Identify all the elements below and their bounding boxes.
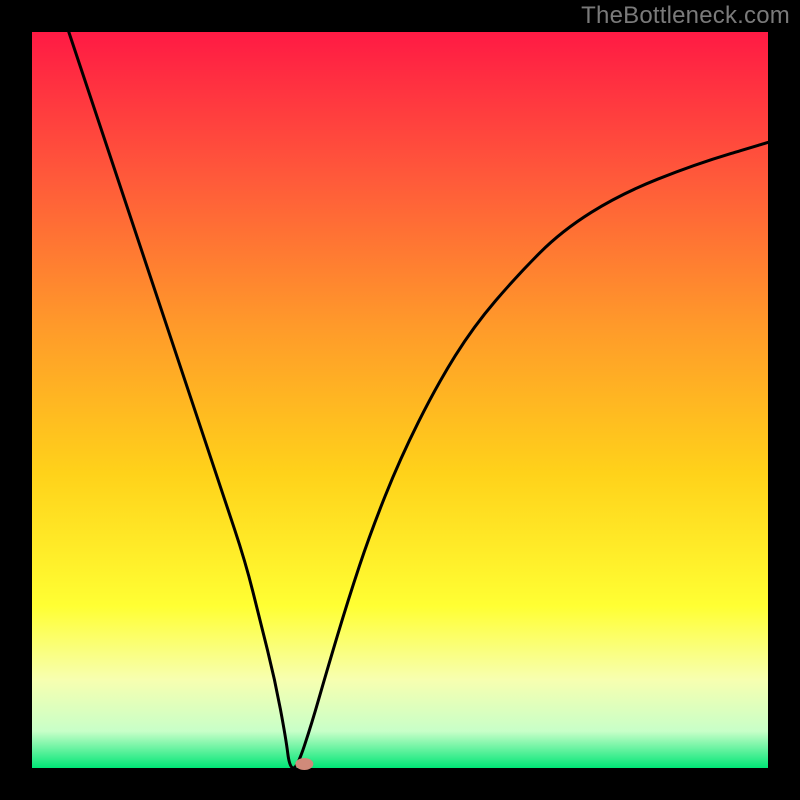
plot-area <box>32 32 768 768</box>
watermark-text: TheBottleneck.com <box>581 2 790 30</box>
chart-svg <box>0 0 800 800</box>
chart-frame: TheBottleneck.com <box>0 0 800 800</box>
minimum-marker <box>295 758 313 770</box>
